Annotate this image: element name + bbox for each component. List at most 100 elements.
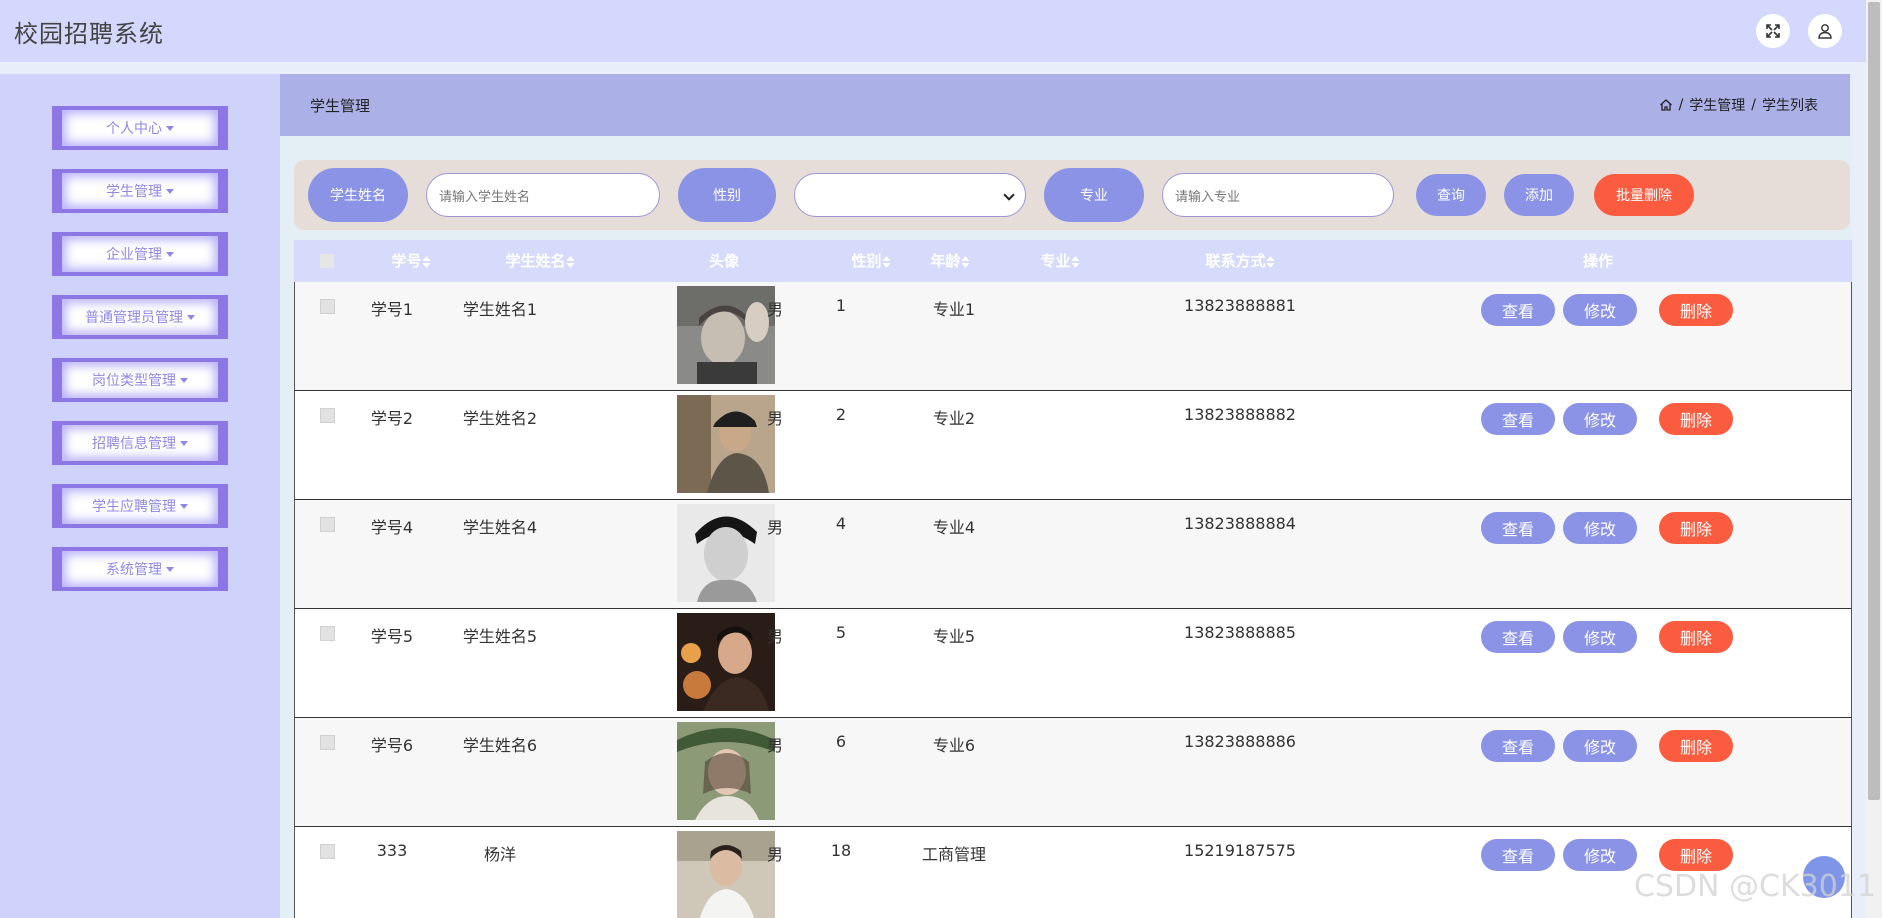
view-button[interactable]: 查看 xyxy=(1481,512,1555,544)
gender-label: 性别 xyxy=(678,168,776,222)
chevron-down-icon xyxy=(180,377,188,383)
student-avatar xyxy=(677,504,775,602)
app-title: 校园招聘系统 xyxy=(14,19,164,48)
student-table: 学号 学生姓名 头像 性别 年龄 专业 联系方式 操作 学号1 学生姓名1 男 … xyxy=(294,240,1852,918)
sidebar-item-personal-center[interactable]: 个人中心 xyxy=(52,106,228,150)
add-button[interactable]: 添加 xyxy=(1504,174,1574,216)
delete-button[interactable]: 删除 xyxy=(1659,621,1733,653)
cell-id: 学号6 xyxy=(370,736,414,755)
view-button[interactable]: 查看 xyxy=(1481,730,1555,762)
column-header-name[interactable]: 学生姓名 xyxy=(505,240,575,282)
sidebar-item-label: 学生应聘管理 xyxy=(92,499,176,515)
user-button[interactable] xyxy=(1808,14,1842,48)
delete-button[interactable]: 删除 xyxy=(1659,839,1733,871)
student-name-input[interactable]: 请输入学生姓名 xyxy=(426,173,660,217)
sidebar-item-label: 企业管理 xyxy=(106,247,162,263)
row-checkbox[interactable] xyxy=(320,299,335,314)
cell-major: 工商管理 xyxy=(921,845,987,864)
table-row: 学号4 学生姓名4 男 4 专业4 13823888884 查看 修改 删除 xyxy=(294,500,1852,609)
query-button[interactable]: 查询 xyxy=(1416,174,1486,216)
edit-button[interactable]: 修改 xyxy=(1563,294,1637,326)
gender-select[interactable] xyxy=(794,173,1026,217)
cell-major: 专业1 xyxy=(932,300,976,319)
student-avatar xyxy=(677,613,775,711)
breadcrumb-student-list: 学生列表 xyxy=(1762,98,1818,114)
sort-icon xyxy=(882,255,891,268)
view-button[interactable]: 查看 xyxy=(1481,294,1555,326)
delete-button[interactable]: 删除 xyxy=(1659,730,1733,762)
cell-phone: 13823888882 xyxy=(1184,405,1296,424)
cell-age: 4 xyxy=(835,514,847,533)
sidebar-item-recruitment-info[interactable]: 招聘信息管理 xyxy=(52,421,228,465)
cell-major: 专业2 xyxy=(932,409,976,428)
column-header-gender[interactable]: 性别 xyxy=(851,240,891,282)
student-name-placeholder: 请输入学生姓名 xyxy=(439,189,531,205)
table-row: 学号5 学生姓名5 男 5 专业5 13823888885 查看 修改 删除 xyxy=(294,609,1852,718)
sidebar-item-company-management[interactable]: 企业管理 xyxy=(52,232,228,276)
edit-button[interactable]: 修改 xyxy=(1563,403,1637,435)
column-header-actions: 操作 xyxy=(1582,252,1614,270)
view-button[interactable]: 查看 xyxy=(1481,621,1555,653)
edit-button[interactable]: 修改 xyxy=(1563,839,1637,871)
column-header-contact[interactable]: 联系方式 xyxy=(1205,240,1275,282)
cell-gender: 男 xyxy=(766,845,784,864)
home-icon[interactable] xyxy=(1659,98,1673,112)
student-avatar xyxy=(677,831,775,918)
edit-button[interactable]: 修改 xyxy=(1563,512,1637,544)
row-checkbox[interactable] xyxy=(320,844,335,859)
cell-phone: 13823888885 xyxy=(1184,623,1296,642)
sort-icon xyxy=(566,255,575,268)
batch-delete-button[interactable]: 批量删除 xyxy=(1594,174,1694,216)
delete-button[interactable]: 删除 xyxy=(1659,512,1733,544)
chevron-down-icon xyxy=(1003,189,1015,201)
row-checkbox[interactable] xyxy=(320,626,335,641)
chevron-down-icon xyxy=(166,566,174,572)
cell-gender: 男 xyxy=(766,736,784,755)
row-checkbox[interactable] xyxy=(320,517,335,532)
cell-gender: 男 xyxy=(766,300,784,319)
column-header-age[interactable]: 年龄 xyxy=(930,240,970,282)
sort-icon xyxy=(422,255,431,268)
sidebar-item-admin-management[interactable]: 普通管理员管理 xyxy=(52,295,228,339)
sidebar-item-system-management[interactable]: 系统管理 xyxy=(52,547,228,591)
column-header-major[interactable]: 专业 xyxy=(1040,240,1080,282)
column-header-id[interactable]: 学号 xyxy=(391,240,431,282)
student-name-label: 学生姓名 xyxy=(308,168,408,222)
cell-age: 1 xyxy=(835,296,847,315)
page-header: 学生管理 / 学生管理 / 学生列表 xyxy=(280,74,1850,136)
cell-age: 2 xyxy=(835,405,847,424)
sort-icon xyxy=(1071,255,1080,268)
sidebar-item-student-management[interactable]: 学生管理 xyxy=(52,169,228,213)
cell-major: 专业6 xyxy=(932,736,976,755)
cell-id: 学号4 xyxy=(370,518,414,537)
cell-phone: 13823888886 xyxy=(1184,732,1296,751)
sidebar-item-label: 学生管理 xyxy=(106,184,162,200)
edit-button[interactable]: 修改 xyxy=(1563,730,1637,762)
major-input[interactable]: 请输入专业 xyxy=(1162,173,1394,217)
view-button[interactable]: 查看 xyxy=(1481,403,1555,435)
sidebar-item-job-type-management[interactable]: 岗位类型管理 xyxy=(52,358,228,402)
select-all-checkbox[interactable] xyxy=(320,254,334,268)
sidebar-item-applications[interactable]: 学生应聘管理 xyxy=(52,484,228,528)
cell-phone: 15219187575 xyxy=(1184,841,1296,860)
delete-button[interactable]: 删除 xyxy=(1659,403,1733,435)
fullscreen-button[interactable] xyxy=(1756,14,1790,48)
cell-major: 专业4 xyxy=(932,518,976,537)
cell-name: 学生姓名6 xyxy=(462,736,538,755)
cell-name: 学生姓名5 xyxy=(462,627,538,646)
cell-name: 学生姓名2 xyxy=(462,409,538,428)
sidebar: 个人中心 学生管理 企业管理 普通管理员管理 岗位类型管理 招聘信息管理 学生应… xyxy=(0,74,280,918)
page-scrollbar[interactable] xyxy=(1866,0,1882,918)
edit-button[interactable]: 修改 xyxy=(1563,621,1637,653)
top-bar: 校园招聘系统 xyxy=(0,0,1866,62)
delete-button[interactable]: 删除 xyxy=(1659,294,1733,326)
breadcrumb-student-management[interactable]: 学生管理 xyxy=(1689,95,1745,115)
scrollbar-thumb[interactable] xyxy=(1868,2,1880,800)
row-checkbox[interactable] xyxy=(320,735,335,750)
cell-id: 学号1 xyxy=(370,300,414,319)
row-checkbox[interactable] xyxy=(320,408,335,423)
view-button[interactable]: 查看 xyxy=(1481,839,1555,871)
student-avatar xyxy=(677,395,775,493)
table-row: 学号1 学生姓名1 男 1 专业1 13823888881 查看 修改 删除 xyxy=(294,282,1852,391)
student-avatar xyxy=(677,286,775,384)
